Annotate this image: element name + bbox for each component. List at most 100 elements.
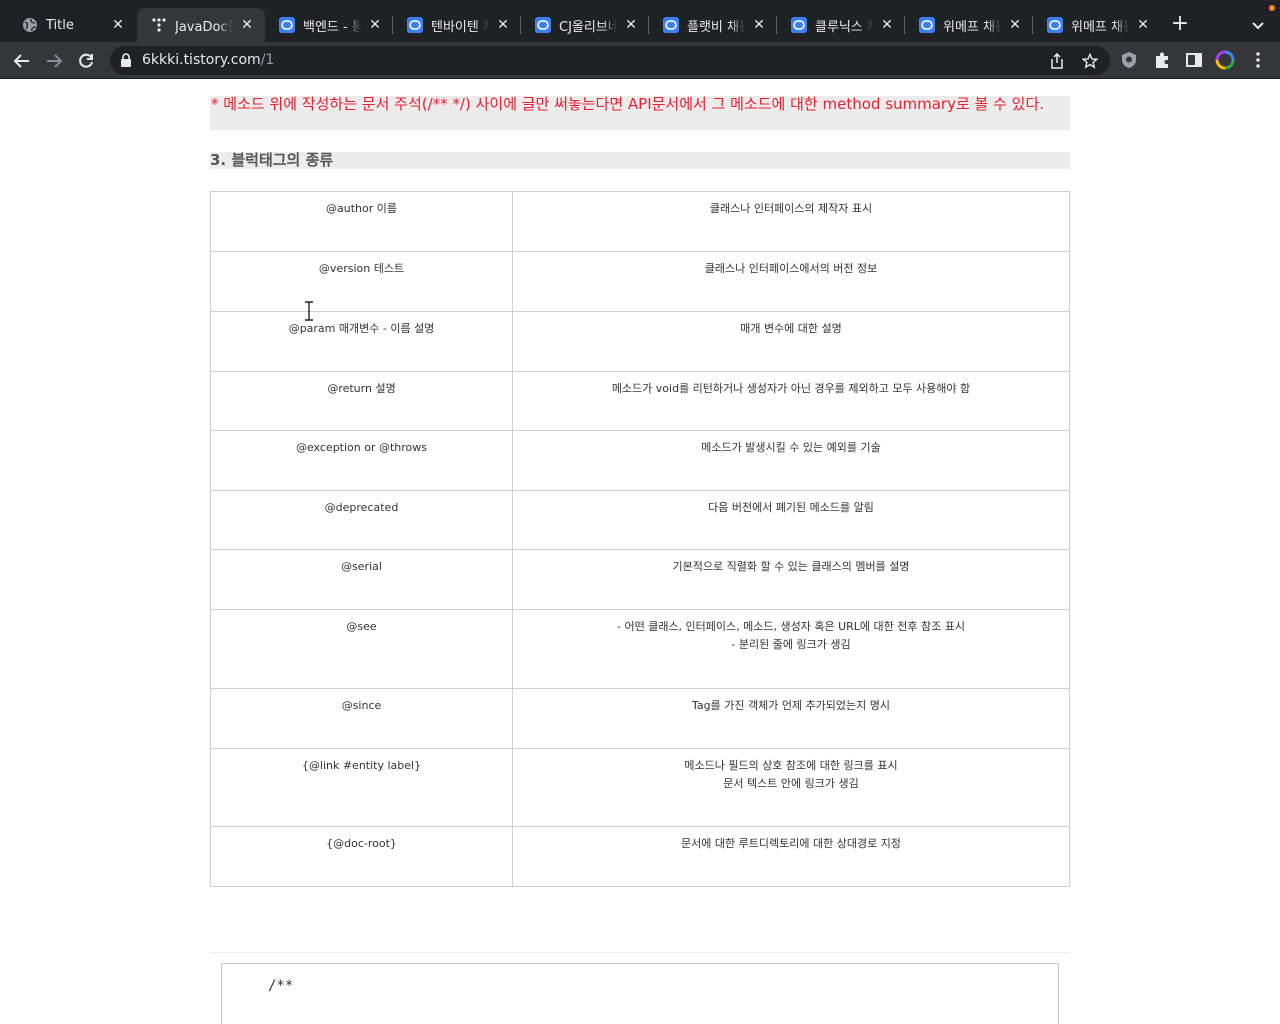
browser-tab[interactable]: Title ✕ <box>8 8 136 42</box>
bookmark-star-icon[interactable] <box>1082 53 1098 69</box>
tab-separator <box>1032 16 1033 34</box>
reload-button[interactable] <box>74 49 98 73</box>
table-row: @exception or @throws 메소드가 발생시킬 수 있는 예외를 … <box>210 430 1070 491</box>
tag-cell: @exception or @throws <box>210 430 513 491</box>
globe-icon <box>22 17 38 33</box>
table-row: {@link #entity label} 메소드나 필드의 상호 참조에 대한 … <box>210 748 1070 827</box>
chat-app-icon <box>919 17 935 33</box>
tab-title: CJ올리브네트 <box>559 19 617 35</box>
tab-separator <box>648 16 649 34</box>
url-host: 6kkki.tistory.com <box>142 52 261 68</box>
description-cell: 클래스나 인터페이스에서의 버전 정보 <box>512 251 1070 312</box>
new-tab-button[interactable]: + <box>1168 13 1192 37</box>
tab-close-icon[interactable]: ✕ <box>623 17 639 33</box>
text-cursor-icon <box>305 301 313 321</box>
code-line: /** <box>268 978 294 994</box>
back-arrow-icon <box>13 54 29 68</box>
shield-extension-icon[interactable] <box>1119 50 1139 70</box>
description-line: 클래스나 인터페이스에서의 버전 정보 <box>704 262 878 275</box>
description-line: - 어떤 클래스, 인터페이스, 메소드, 생성자 혹은 URL에 대한 전후 … <box>617 620 965 633</box>
browser-tab[interactable]: 텐바이텐 채용 ✕ <box>393 8 521 42</box>
table-row: @param 매개변수 - 이름 설명 매개 변수에 대한 설명 <box>210 311 1070 372</box>
tag-cell: @version 테스트 <box>210 251 513 312</box>
table-row: @see - 어떤 클래스, 인터페이스, 메소드, 생성자 혹은 URL에 대한… <box>210 609 1070 689</box>
table-row: @serial 기본적으로 직렬화 할 수 있는 클래스의 멤버를 설명 <box>210 549 1070 610</box>
chat-app-icon <box>1047 17 1063 33</box>
tag-cell: @return 설명 <box>210 371 513 431</box>
browser-tab[interactable]: CJ올리브네트 ✕ <box>521 8 649 42</box>
back-button[interactable] <box>10 49 34 73</box>
tab-strip: Title ✕ JavaDoc을 ✕ 백엔드 - 통합 ✕ 텐바이텐 채용 ✕ CJ올리브네트 ✕… <box>0 0 1280 42</box>
chat-app-icon <box>663 17 679 33</box>
browser-tab[interactable]: JavaDoc을 ✕ <box>137 8 265 42</box>
tag-cell: @serial <box>210 549 513 610</box>
tab-search-chevron-icon[interactable] <box>1248 15 1268 35</box>
description-cell: 기본적으로 직렬화 할 수 있는 클래스의 멤버를 설명 <box>512 549 1070 610</box>
tag-cell: {@doc-root} <box>210 826 513 887</box>
table-row: @since Tag를 가진 객체가 언제 추가되었는지 명시 <box>210 688 1070 749</box>
browser-tab[interactable]: 위메프 채용 - ✕ <box>905 8 1033 42</box>
description-cell: 메소드가 발생시킬 수 있는 예외를 기술 <box>512 430 1070 491</box>
reload-icon <box>79 53 93 68</box>
description-line: 메소드나 필드의 상호 참조에 대한 링크를 표시 <box>684 759 898 772</box>
side-panel-icon[interactable] <box>1184 50 1204 70</box>
browser-toolbar: 6kkki.tistory.com/1 <box>0 42 1280 79</box>
block-tag-table: @author 이름 클래스나 인터페이스의 제작자 표시 @version 테스트… <box>210 191 1070 887</box>
forward-button[interactable] <box>42 49 66 73</box>
tag-cell: @author 이름 <box>210 191 513 252</box>
tab-close-icon[interactable]: ✕ <box>367 17 383 33</box>
tab-separator <box>776 16 777 34</box>
tab-close-icon[interactable]: ✕ <box>1135 17 1151 33</box>
browser-tab[interactable]: 위메프 채용 - ✕ <box>1033 8 1161 42</box>
tag-cell: @since <box>210 688 513 749</box>
code-block: /** <box>221 963 1059 1024</box>
description-line: 문서 텍스트 안에 링크가 생김 <box>723 777 859 790</box>
description-cell: Tag를 가진 객체가 언제 추가되었는지 명시 <box>512 688 1070 749</box>
forward-arrow-icon <box>47 54 63 68</box>
tag-cell: @param 매개변수 - 이름 설명 <box>210 311 513 372</box>
tab-close-icon[interactable]: ✕ <box>1007 17 1023 33</box>
chat-app-icon <box>791 17 807 33</box>
tab-close-icon[interactable]: ✕ <box>110 17 126 33</box>
method-summary-note: * 메소드 위에 작성하는 문서 주석(/** */) 사이에 글만 써놓는다면… <box>210 96 1070 130</box>
tab-close-icon[interactable]: ✕ <box>239 17 255 33</box>
tab-close-icon[interactable]: ✕ <box>751 17 767 33</box>
page-content: * 메소드 위에 작성하는 문서 주석(/** */) 사이에 글만 써놓는다면… <box>0 79 1280 1024</box>
description-cell: 클래스나 인터페이스의 제작자 표시 <box>512 191 1070 252</box>
description-line: Tag를 가진 객체가 언제 추가되었는지 명시 <box>691 699 891 712</box>
tab-separator <box>392 16 393 34</box>
browser-tab[interactable]: 클루닉스 채용 ✕ <box>777 8 905 42</box>
description-cell: - 어떤 클래스, 인터페이스, 메소드, 생성자 혹은 URL에 대한 전후 … <box>512 609 1070 689</box>
description-line: 문서에 대한 루트디렉토리에 대한 상대경로 지정 <box>681 837 901 850</box>
tistory-icon <box>151 17 167 33</box>
url-path: /1 <box>260 52 275 68</box>
chat-app-icon <box>279 17 295 33</box>
tab-title: 텐바이텐 채용 <box>431 19 489 35</box>
tab-close-icon[interactable]: ✕ <box>495 17 511 33</box>
chat-app-icon <box>407 17 423 33</box>
more-menu-icon[interactable] <box>1248 50 1268 70</box>
description-line: 클래스나 인터페이스의 제작자 표시 <box>709 202 873 215</box>
chat-app-icon <box>535 17 551 33</box>
tab-title: 클루닉스 채용 <box>815 19 873 35</box>
address-bar[interactable]: 6kkki.tistory.com/1 <box>110 46 1110 75</box>
table-row: @author 이름 클래스나 인터페이스의 제작자 표시 <box>210 191 1070 252</box>
description-line: 다음 버전에서 폐기된 메소드를 알림 <box>708 501 874 514</box>
browser-tab[interactable]: 백엔드 - 통합 ✕ <box>265 8 393 42</box>
tab-title: 백엔드 - 통합 <box>303 19 361 35</box>
tab-title: 플랫비 채용 - <box>687 19 745 35</box>
tab-title: JavaDoc을 <box>175 19 233 35</box>
description-line: - 분리된 줄에 링크가 생김 <box>731 638 851 651</box>
tab-close-icon[interactable]: ✕ <box>879 17 895 33</box>
browser-tab[interactable]: 플랫비 채용 - ✕ <box>649 8 777 42</box>
table-row: @version 테스트 클래스나 인터페이스에서의 버전 정보 <box>210 251 1070 312</box>
share-icon[interactable] <box>1049 53 1065 69</box>
puzzle-extensions-icon[interactable] <box>1152 50 1172 70</box>
table-row: @deprecated 다음 버전에서 폐기된 메소드를 알림 <box>210 490 1070 550</box>
profile-avatar-icon[interactable] <box>1215 50 1235 70</box>
lock-icon <box>121 53 131 67</box>
tab-title: 위메프 채용 - <box>943 19 1001 35</box>
description-line: 메소드가 void를 리턴하거나 생성자가 아닌 경우를 제외하고 모두 사용해… <box>611 382 971 395</box>
tag-cell: {@link #entity label} <box>210 748 513 827</box>
description-cell: 문서에 대한 루트디렉토리에 대한 상대경로 지정 <box>512 826 1070 887</box>
